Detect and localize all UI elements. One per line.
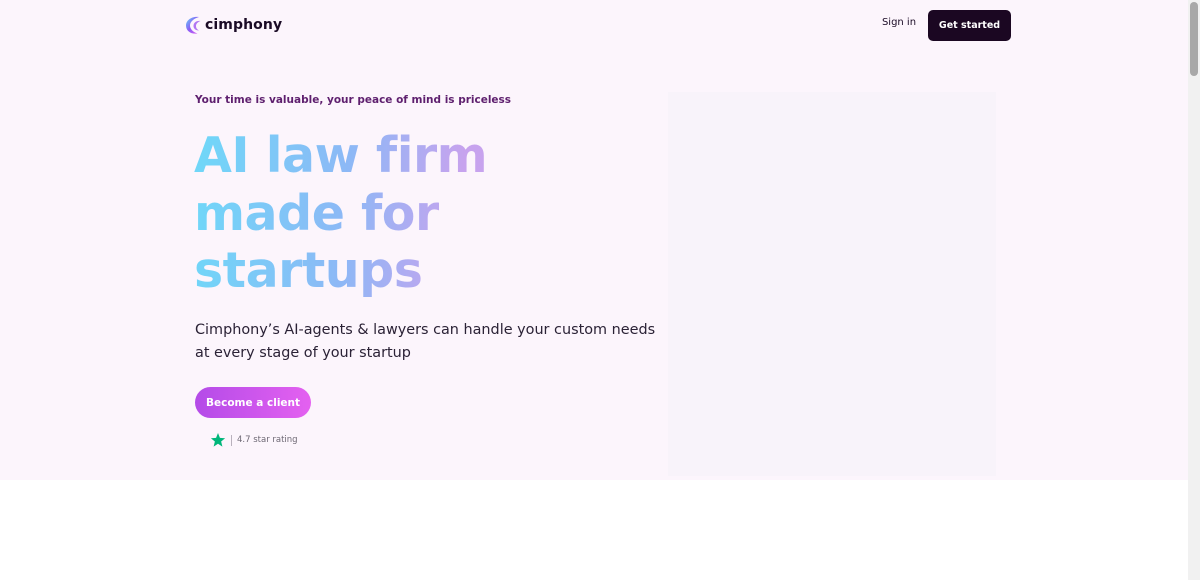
page: cimphony Sign in Get started Your time i… — [0, 0, 1200, 580]
headline-line-3: startups — [194, 242, 423, 299]
cimphony-logo-icon — [186, 16, 201, 34]
logo-link[interactable]: cimphony — [184, 14, 282, 36]
rating-badge: 4.7 star rating — [210, 432, 298, 448]
headline-line-1: AI law firm — [194, 127, 488, 184]
rating-text: 4.7 star rating — [237, 435, 298, 445]
hero-media-panel — [668, 92, 996, 476]
hero-tagline: Your time is valuable, your peace of min… — [195, 94, 512, 106]
site-header: cimphony Sign in Get started — [0, 0, 1188, 50]
become-client-button[interactable]: Become a client — [195, 387, 311, 418]
star-icon — [210, 433, 226, 447]
scrollbar-thumb[interactable] — [1190, 2, 1198, 76]
hero-headline: AI law firm made for startups — [194, 127, 634, 300]
logo-wordmark: cimphony — [205, 17, 283, 33]
get-started-button[interactable]: Get started — [928, 10, 1011, 41]
page-scrollbar[interactable] — [1188, 0, 1200, 580]
headline-line-2: made for — [194, 184, 439, 242]
sign-in-link[interactable]: Sign in — [880, 17, 918, 28]
rating-divider — [231, 434, 232, 446]
hero-subheading: Cimphony’s AI-agents & lawyers can handl… — [195, 322, 656, 361]
